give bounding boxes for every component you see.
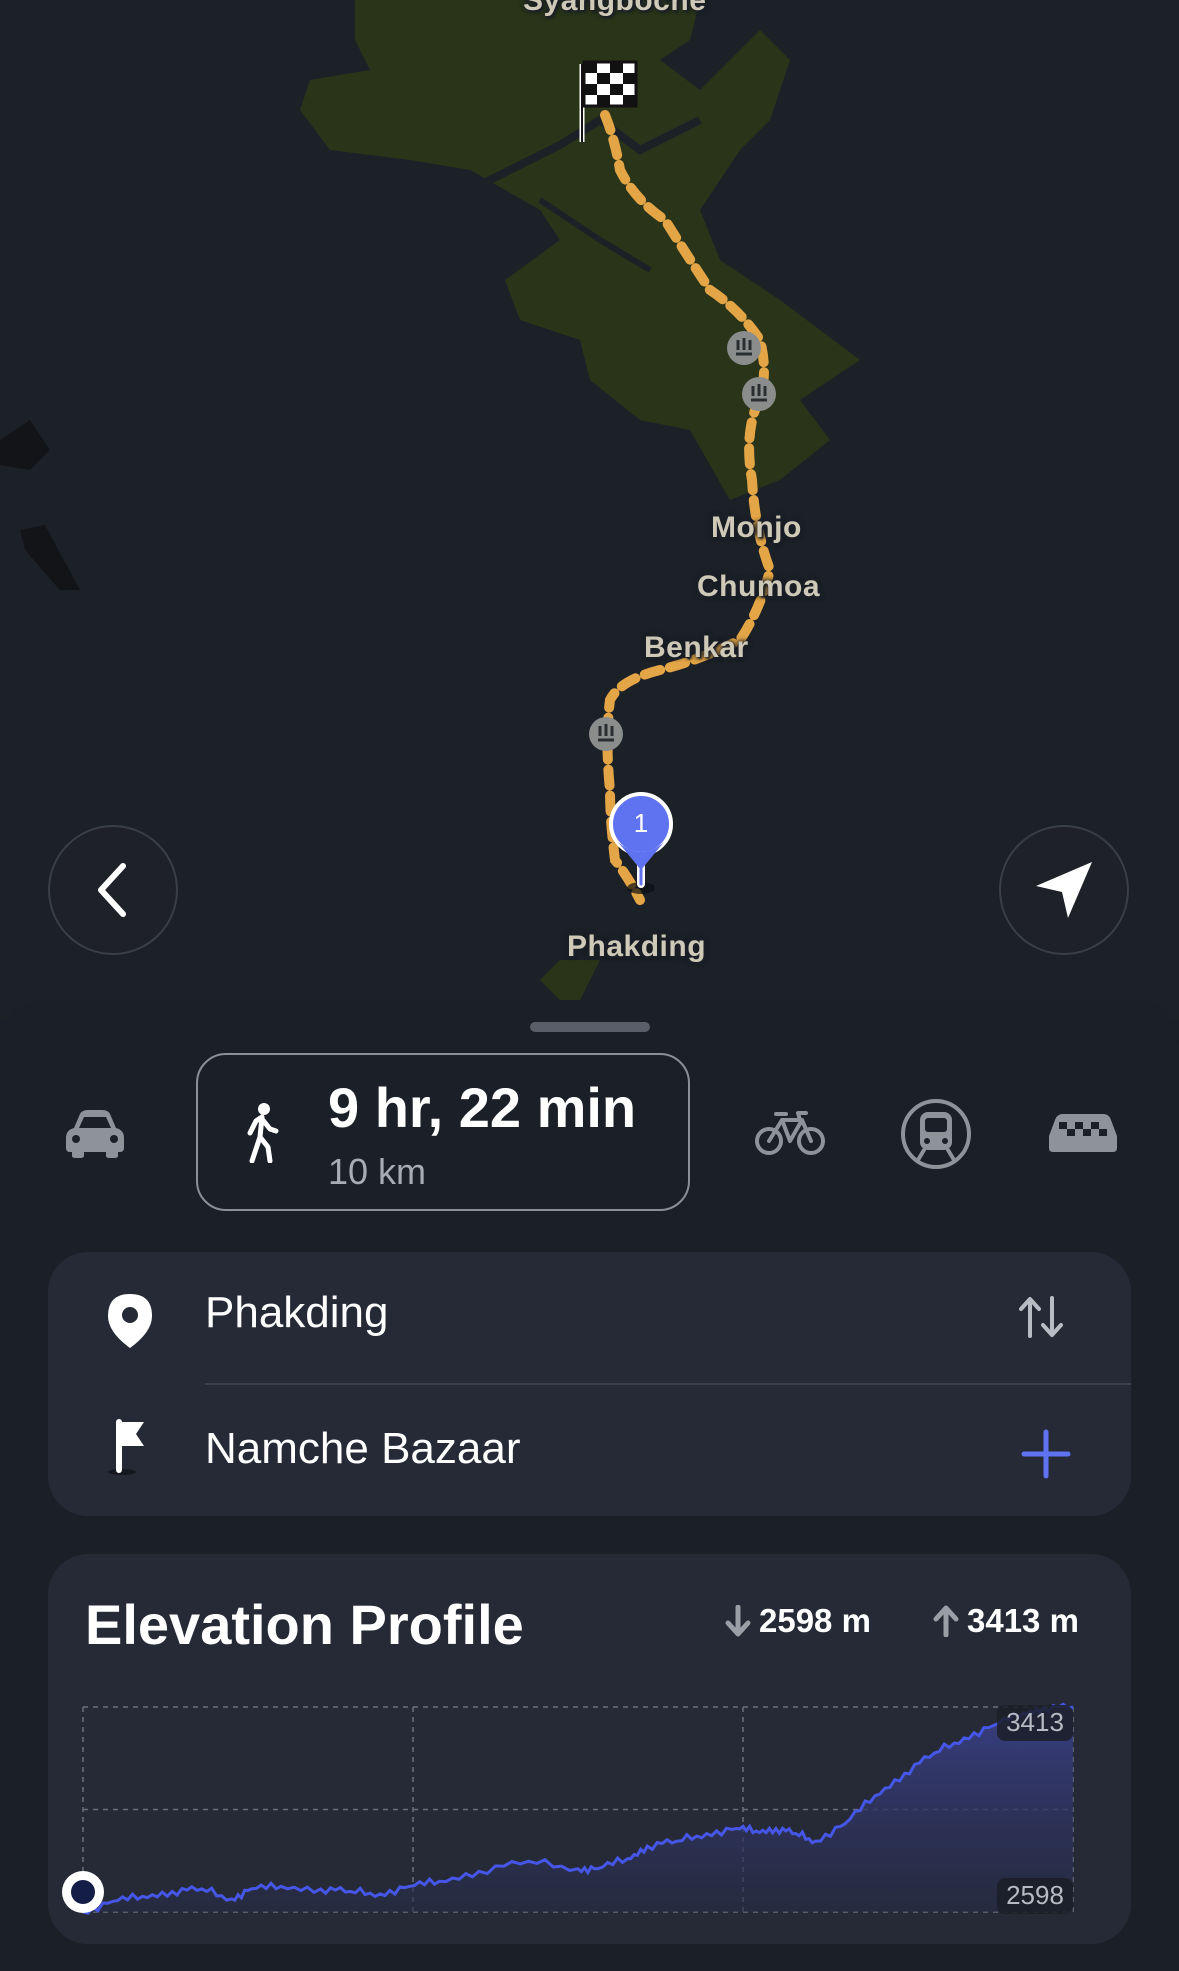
start-position-marker[interactable] — [62, 1871, 104, 1913]
elevation-chart[interactable]: 3413 2598 — [48, 1554, 1131, 1944]
hot-spring-icon — [742, 377, 776, 411]
svg-text:3413: 3413 — [1006, 1707, 1064, 1737]
navigation-arrow-icon — [1036, 862, 1092, 918]
map-label-monjo: Monjo — [711, 511, 802, 544]
terrain-patch — [20, 525, 80, 590]
walking-person-icon — [247, 1103, 279, 1163]
y-tick-label: 3413 — [997, 1705, 1073, 1741]
bicycle-icon — [755, 1111, 825, 1155]
map-label-chumoa: Chumoa — [697, 570, 820, 603]
terrain-patch — [0, 420, 50, 470]
route-places-card: Phakding Namche Bazaar — [48, 1252, 1131, 1516]
walk-distance: 10 km — [328, 1151, 427, 1192]
mode-walk-card[interactable]: 9 hr, 22 min 10 km — [196, 1053, 690, 1211]
origin-field[interactable]: Phakding — [205, 1288, 388, 1338]
back-button[interactable] — [48, 825, 178, 955]
mode-bike-button[interactable] — [754, 1105, 826, 1161]
car-icon — [66, 1110, 124, 1158]
walk-duration: 9 hr, 22 min — [328, 1076, 637, 1139]
map-label-benkar: Benkar — [644, 631, 749, 664]
start-marker-number: 1 — [633, 808, 649, 838]
swap-icon[interactable] — [1018, 1296, 1064, 1338]
map-label-phakding: Phakding — [567, 930, 707, 963]
directions-sheet: 9 hr, 22 min 10 km Phakding Namche Bazaa… — [0, 1000, 1179, 1971]
destination-field[interactable]: Namche Bazaar — [205, 1424, 520, 1474]
chevron-left-icon — [98, 863, 126, 917]
mode-car-button[interactable] — [63, 1100, 127, 1166]
mode-taxi-button[interactable] — [1045, 1108, 1121, 1158]
destination-flag-icon — [108, 1419, 144, 1475]
forest-area — [540, 960, 600, 1000]
map-label-syangboche: Syangboche — [523, 0, 707, 17]
map-view[interactable]: Syangboche Monjo Chumoa Benkar Phakding … — [0, 0, 1179, 1020]
svg-text:2598: 2598 — [1006, 1880, 1064, 1910]
sheet-grab-handle[interactable] — [530, 1022, 650, 1032]
y-tick-label: 2598 — [997, 1878, 1073, 1914]
hot-spring-icon — [589, 717, 623, 751]
divider — [205, 1383, 1131, 1385]
app-screen: Syangboche Monjo Chumoa Benkar Phakding … — [0, 0, 1179, 1971]
hot-spring-icon — [727, 331, 761, 365]
mode-transit-button[interactable] — [900, 1098, 972, 1170]
location-pin-icon — [108, 1294, 152, 1348]
add-stop-icon[interactable] — [1020, 1428, 1072, 1480]
taxi-icon — [1049, 1114, 1117, 1152]
locate-me-button[interactable] — [999, 825, 1129, 955]
train-icon — [901, 1099, 971, 1169]
elevation-profile-card: Elevation Profile 2598 m 3413 m 3413 259… — [48, 1554, 1131, 1944]
